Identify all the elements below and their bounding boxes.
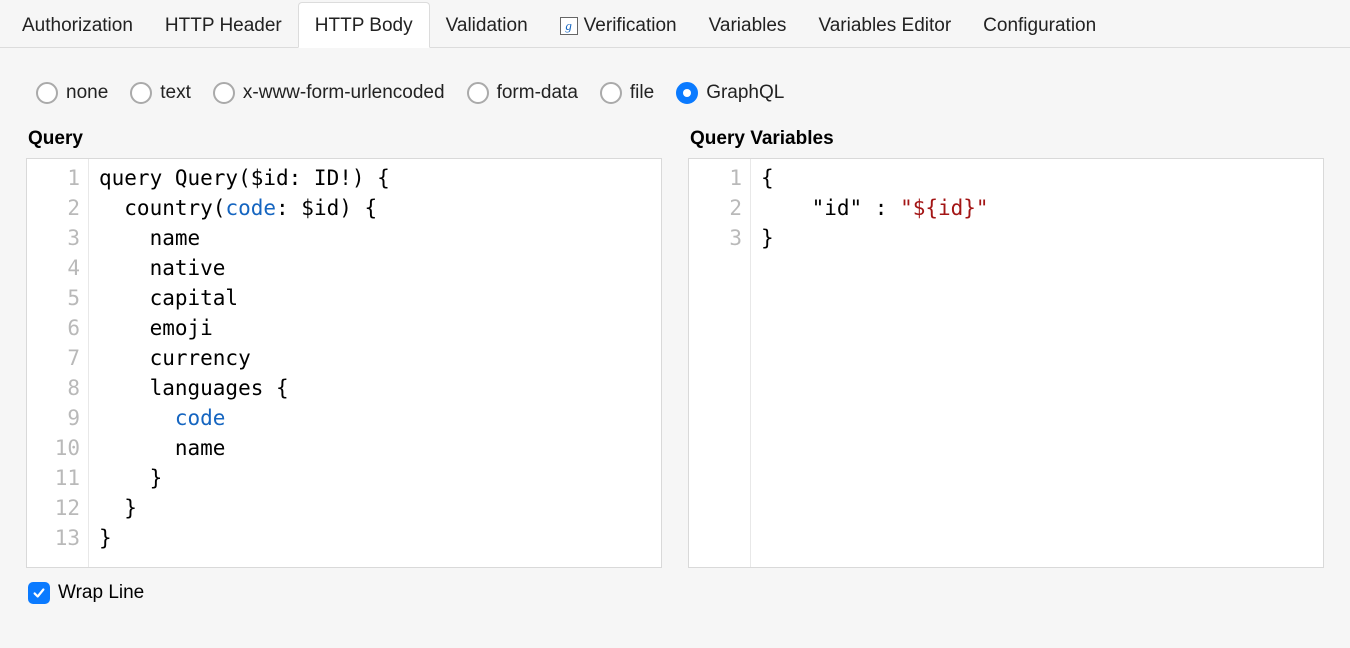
tab-configuration[interactable]: Configuration	[967, 3, 1112, 47]
code-line: capital	[99, 283, 390, 313]
radio-label: form-data	[497, 82, 578, 104]
tab-http-body[interactable]: HTTP Body	[298, 2, 430, 48]
code-line: {	[761, 163, 989, 193]
code-line: currency	[99, 343, 390, 373]
query-editor-code[interactable]: query Query($id: ID!) { country(code: $i…	[89, 159, 400, 567]
code-line: "id" : "${id}"	[761, 193, 989, 223]
tab-http-header[interactable]: HTTP Header	[149, 3, 298, 47]
wrap-line-checkbox[interactable]	[28, 582, 50, 604]
code-line: country(code: $id) {	[99, 193, 390, 223]
checkmark-icon	[32, 586, 46, 600]
radio-label: GraphQL	[706, 82, 784, 104]
query-editor[interactable]: 12345678910111213 query Query($id: ID!) …	[26, 158, 662, 568]
line-number: 11	[41, 463, 80, 493]
body-type-option-graphql[interactable]: GraphQL	[676, 82, 784, 104]
wrap-line-label: Wrap Line	[58, 582, 144, 604]
tab-label: Verification	[584, 15, 677, 36]
query-editor-column: Query 12345678910111213 query Query($id:…	[26, 124, 662, 568]
tab-label: Configuration	[983, 15, 1096, 36]
line-number: 9	[41, 403, 80, 433]
tab-variables-editor[interactable]: Variables Editor	[802, 3, 967, 47]
radio-label: file	[630, 82, 654, 104]
line-number: 7	[41, 343, 80, 373]
code-line: code	[99, 403, 390, 433]
code-line: }	[99, 523, 390, 553]
tab-label: HTTP Body	[315, 15, 413, 36]
code-line: name	[99, 433, 390, 463]
radio-icon	[130, 82, 152, 104]
code-line: }	[99, 463, 390, 493]
radio-label: none	[66, 82, 108, 104]
line-number: 6	[41, 313, 80, 343]
tab-label: Variables	[709, 15, 787, 36]
query-variables-editor[interactable]: 123 { "id" : "${id}"}	[688, 158, 1324, 568]
line-number: 3	[703, 223, 742, 253]
query-variables-label: Query Variables	[690, 128, 1322, 150]
line-number: 12	[41, 493, 80, 523]
line-number: 2	[703, 193, 742, 223]
line-number: 2	[41, 193, 80, 223]
query-variables-gutter: 123	[689, 159, 751, 567]
tab-bar: Authorization HTTP Header HTTP Body Validat…	[0, 0, 1350, 48]
line-number: 4	[41, 253, 80, 283]
tab-label: HTTP Header	[165, 15, 282, 36]
line-number: 5	[41, 283, 80, 313]
query-editor-label: Query	[28, 128, 660, 150]
tab-label: Validation	[446, 15, 528, 36]
code-line: }	[99, 493, 390, 523]
tab-validation[interactable]: Validation	[430, 3, 544, 47]
tab-variables[interactable]: Variables	[693, 3, 803, 47]
code-line: }	[761, 223, 989, 253]
body-type-option-x-www-form-urlencoded[interactable]: x-www-form-urlencoded	[213, 82, 445, 104]
query-variables-code[interactable]: { "id" : "${id}"}	[751, 159, 999, 567]
tab-authorization[interactable]: Authorization	[6, 3, 149, 47]
body-type-option-text[interactable]: text	[130, 82, 191, 104]
radio-icon	[467, 82, 489, 104]
query-editor-gutter: 12345678910111213	[27, 159, 89, 567]
radio-label: text	[160, 82, 191, 104]
line-number: 13	[41, 523, 80, 553]
query-variables-column: Query Variables 123 { "id" : "${id}"}	[688, 124, 1324, 568]
code-line: languages {	[99, 373, 390, 403]
tab-label: Authorization	[22, 15, 133, 36]
line-number: 8	[41, 373, 80, 403]
editors-container: Query 12345678910111213 query Query($id:…	[0, 124, 1350, 568]
body-type-radio-group: none text x-www-form-urlencoded form-data fi…	[0, 48, 1350, 124]
line-number: 1	[703, 163, 742, 193]
radio-icon	[36, 82, 58, 104]
code-line: emoji	[99, 313, 390, 343]
code-line: native	[99, 253, 390, 283]
wrap-line-row: Wrap Line	[0, 568, 1350, 618]
line-number: 10	[41, 433, 80, 463]
body-type-option-none[interactable]: none	[36, 82, 108, 104]
body-type-option-form-data[interactable]: form-data	[467, 82, 578, 104]
radio-icon	[213, 82, 235, 104]
code-line: query Query($id: ID!) {	[99, 163, 390, 193]
radio-label: x-www-form-urlencoded	[243, 82, 445, 104]
tab-label: Variables Editor	[818, 15, 951, 36]
radio-icon	[600, 82, 622, 104]
tab-verification[interactable]: g Verification	[544, 3, 693, 47]
body-type-option-file[interactable]: file	[600, 82, 654, 104]
radio-icon	[676, 82, 698, 104]
code-line: name	[99, 223, 390, 253]
line-number: 3	[41, 223, 80, 253]
tab-file-icon: g	[560, 17, 578, 35]
line-number: 1	[41, 163, 80, 193]
